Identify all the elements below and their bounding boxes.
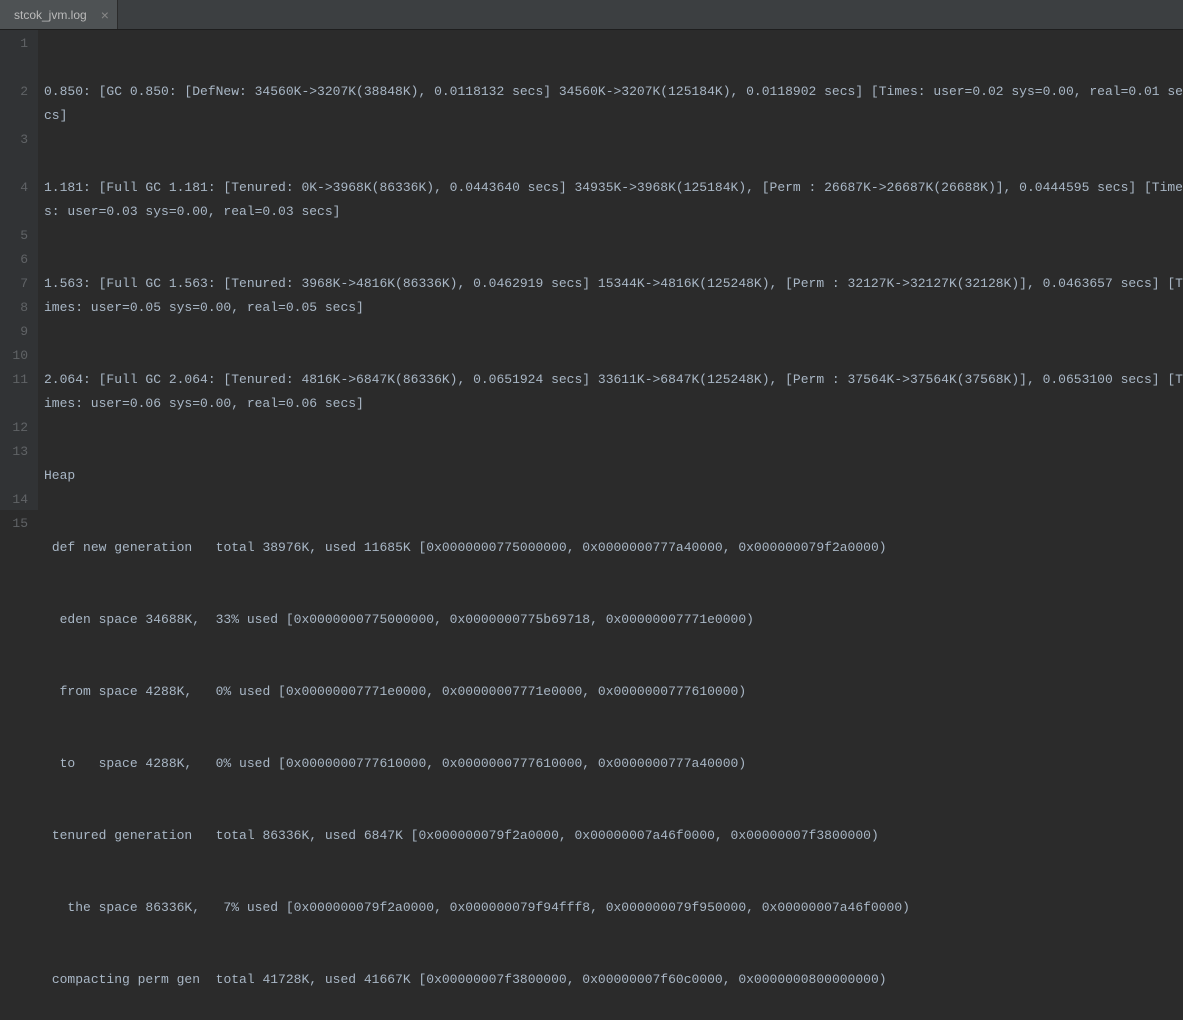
line-number: 11 xyxy=(6,368,28,392)
line-number xyxy=(6,104,28,128)
line-number: 7 xyxy=(6,272,28,296)
line-number: 2 xyxy=(6,80,28,104)
line-number: 1 xyxy=(6,32,28,56)
line-number: 5 xyxy=(6,224,28,248)
line-number: 10 xyxy=(6,344,28,368)
code-line: eden space 34688K, 33% used [0x000000077… xyxy=(44,608,1183,632)
line-number xyxy=(6,200,28,224)
line-number: 9 xyxy=(6,320,28,344)
line-number: 12 xyxy=(6,416,28,440)
code-line: 1.563: [Full GC 1.563: [Tenured: 3968K->… xyxy=(44,272,1183,320)
code-line: compacting perm gen total 41728K, used 4… xyxy=(44,968,1183,992)
line-number: 14 xyxy=(6,488,28,512)
code-line: tenured generation total 86336K, used 68… xyxy=(44,824,1183,848)
line-number: 4 xyxy=(6,176,28,200)
line-number xyxy=(6,56,28,80)
line-number: 13 xyxy=(6,440,28,464)
tab-label: stcok_jvm.log xyxy=(14,8,87,22)
line-number-gutter: 1 2 3 4 5 6 7 8 9 10 11 12 13 14 15 xyxy=(0,30,38,510)
line-number: 15 xyxy=(6,512,28,536)
line-number: 8 xyxy=(6,296,28,320)
code-line: to space 4288K, 0% used [0x0000000777610… xyxy=(44,752,1183,776)
line-number: 3 xyxy=(6,128,28,152)
code-line: def new generation total 38976K, used 11… xyxy=(44,536,1183,560)
code-content[interactable]: 0.850: [GC 0.850: [DefNew: 34560K->3207K… xyxy=(38,30,1183,510)
close-icon[interactable]: × xyxy=(101,7,109,23)
line-number xyxy=(6,152,28,176)
code-line: 2.064: [Full GC 2.064: [Tenured: 4816K->… xyxy=(44,368,1183,416)
editor-area: 1 2 3 4 5 6 7 8 9 10 11 12 13 14 15 0.85… xyxy=(0,30,1183,510)
code-line: Heap xyxy=(44,464,1183,488)
line-number xyxy=(6,392,28,416)
line-number xyxy=(6,464,28,488)
code-line: 0.850: [GC 0.850: [DefNew: 34560K->3207K… xyxy=(44,80,1183,128)
code-line: 1.181: [Full GC 1.181: [Tenured: 0K->396… xyxy=(44,176,1183,224)
tab-file[interactable]: stcok_jvm.log × xyxy=(0,0,118,29)
tab-bar: stcok_jvm.log × xyxy=(0,0,1183,30)
code-line: the space 86336K, 7% used [0x000000079f2… xyxy=(44,896,1183,920)
line-number: 6 xyxy=(6,248,28,272)
code-line: from space 4288K, 0% used [0x00000007771… xyxy=(44,680,1183,704)
